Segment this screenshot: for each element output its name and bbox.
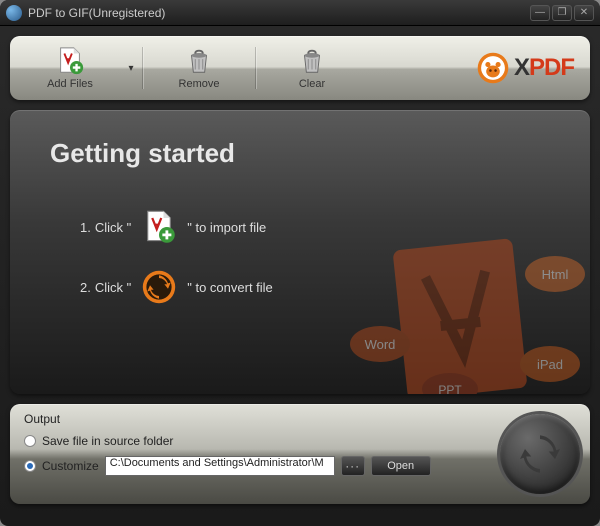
ox-logo-icon (476, 51, 510, 85)
remove-label: Remove (179, 78, 220, 90)
pdf-add-icon (55, 46, 85, 76)
app-window: PDF to GIF(Unregistered) — ❐ ✕ Add Files… (0, 0, 600, 526)
trash-icon (297, 46, 327, 76)
close-button[interactable]: ✕ (574, 5, 594, 21)
background-art: Html Word PPT iPad (340, 214, 590, 394)
svg-text:PPT: PPT (438, 383, 462, 394)
browse-button[interactable]: ··· (341, 456, 365, 476)
step-1-pre: Click " (95, 220, 131, 235)
add-files-label: Add Files (47, 78, 93, 90)
maximize-button[interactable]: ❐ (552, 5, 572, 21)
minimize-button[interactable]: — (530, 5, 550, 21)
svg-text:Word: Word (365, 337, 396, 352)
output-path-input[interactable]: C:\Documents and Settings\Administrator\… (105, 456, 335, 476)
remove-button[interactable]: Remove (149, 40, 249, 96)
window-title: PDF to GIF(Unregistered) (28, 6, 530, 20)
svg-text:Html: Html (542, 267, 569, 282)
brand-logo-area: XPDF (476, 51, 580, 85)
open-button[interactable]: Open (371, 456, 431, 476)
save-in-source-label: Save file in source folder (42, 434, 173, 448)
step-2-post: " to convert file (187, 280, 273, 295)
step-2-pre: Click " (95, 280, 131, 295)
step-1-post: " to import file (187, 220, 266, 235)
app-icon (6, 5, 22, 21)
clear-label: Clear (299, 78, 325, 90)
brand-text: XPDF (514, 54, 574, 82)
convert-arrows-icon (515, 429, 565, 479)
customize-label: Customize (42, 459, 99, 473)
main-panel: Html Word PPT iPad Getting started 1. Cl… (10, 110, 590, 394)
step-2-number: 2. (80, 280, 91, 295)
getting-started-heading: Getting started (50, 138, 550, 169)
add-files-dropdown[interactable]: ▾ (126, 40, 136, 96)
separator (142, 47, 143, 89)
trash-icon (184, 46, 214, 76)
convert-button[interactable] (500, 414, 580, 494)
pdf-add-icon (141, 209, 177, 245)
toolbar: Add Files ▾ Remove (10, 36, 590, 100)
clear-button[interactable]: Clear (262, 40, 362, 96)
separator (255, 47, 256, 89)
step-1-number: 1. (80, 220, 91, 235)
convert-icon (141, 269, 177, 305)
svg-text:iPad: iPad (537, 357, 563, 372)
add-files-button[interactable]: Add Files (20, 40, 120, 96)
customize-radio[interactable] (24, 460, 36, 472)
titlebar: PDF to GIF(Unregistered) — ❐ ✕ (0, 0, 600, 26)
output-panel: Output Save file in source folder Custom… (10, 404, 590, 504)
save-in-source-radio[interactable] (24, 435, 36, 447)
output-label: Output (24, 412, 576, 426)
